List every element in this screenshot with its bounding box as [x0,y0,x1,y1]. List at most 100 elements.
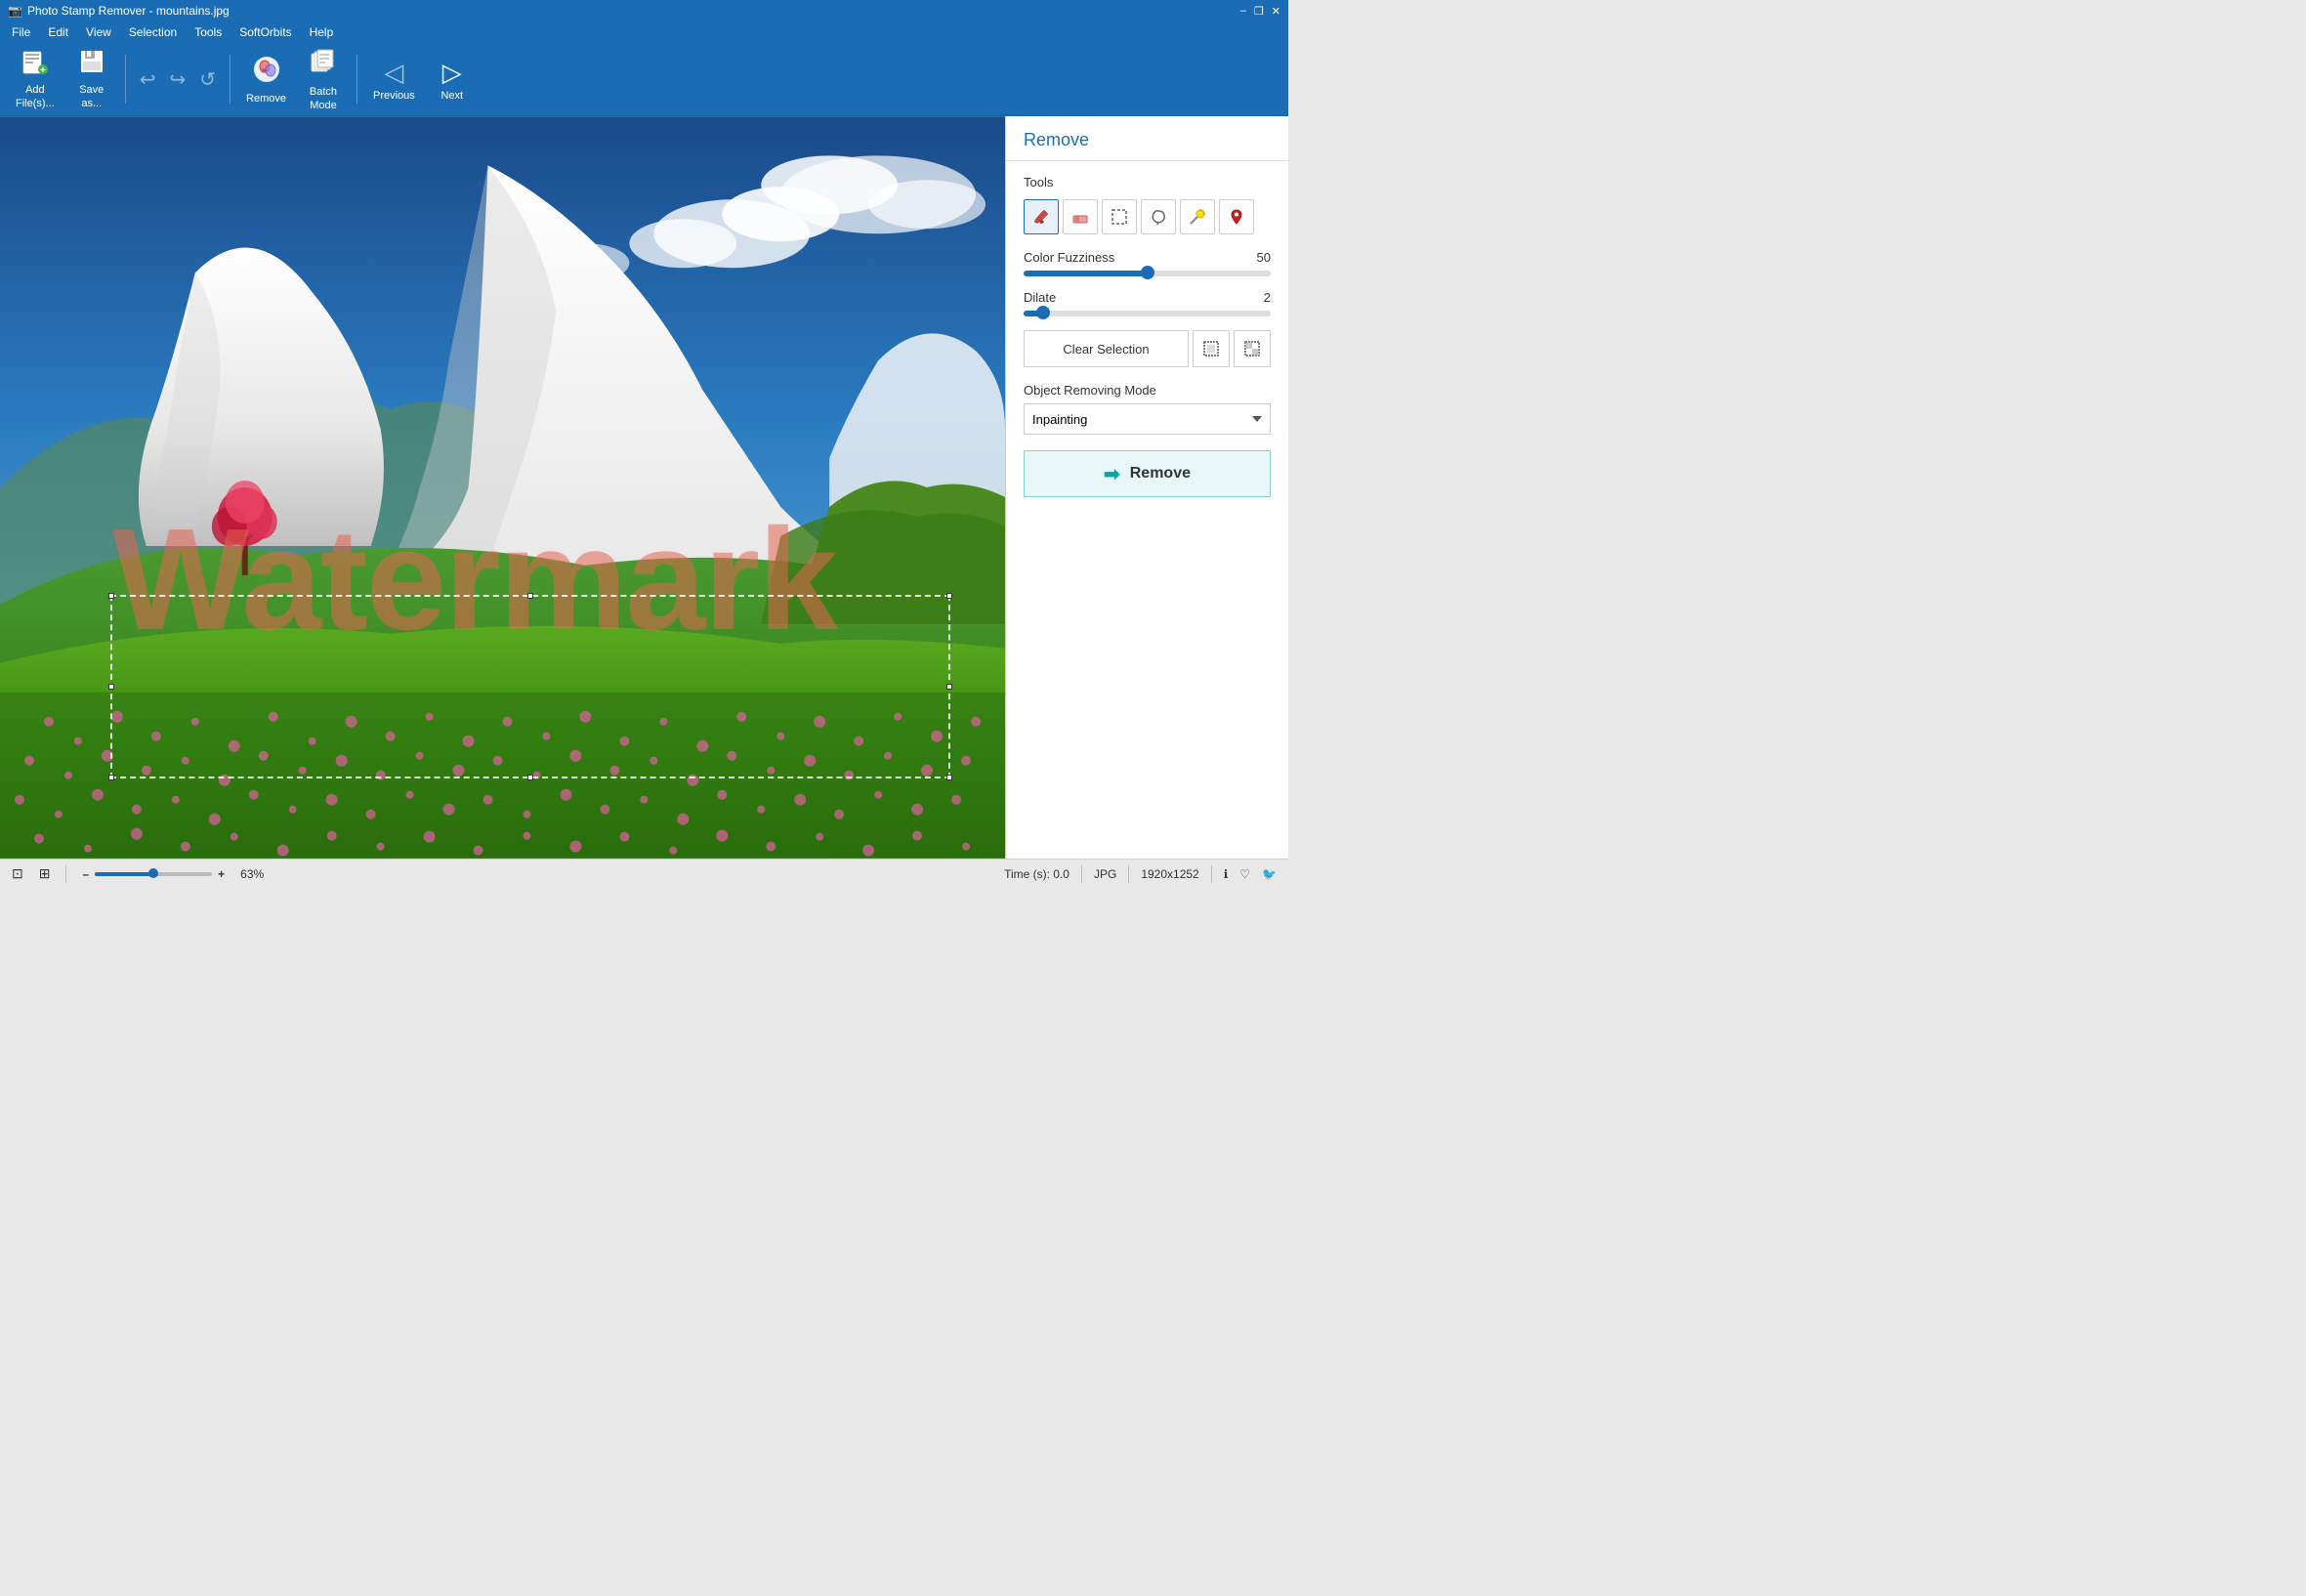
menu-edit[interactable]: Edit [40,23,76,41]
panel-body: Tools [1006,161,1288,859]
undo-button[interactable]: ↩ [134,63,162,96]
tools-row [1024,199,1271,234]
select-all-button[interactable] [1193,330,1230,367]
color-fuzziness-section: Color Fuzziness 50 [1024,250,1271,276]
zoom-thumb[interactable] [148,868,158,878]
batch-mode-label: Batch Mode [310,85,337,113]
previous-label: Previous [373,90,415,102]
add-files-label: Add File(s)... [16,83,55,111]
zoom-slider-area: – + [82,867,225,881]
close-button[interactable]: ✕ [1272,5,1280,18]
remove-toolbar-button[interactable]: ✕ Remove [238,46,294,112]
restore-button[interactable]: ❐ [1254,5,1264,18]
dilate-track[interactable] [1024,311,1271,316]
status-sep-4 [1211,865,1212,883]
main-area: Watermark Remove Tools [0,116,1288,859]
color-fuzziness-thumb[interactable] [1141,266,1154,279]
share-twitter-icon[interactable]: 🐦 [1262,867,1277,881]
menu-file[interactable]: File [4,23,38,41]
status-right: Time (s): 0.0 JPG 1920x1252 ℹ ♡ 🐦 [1004,865,1277,883]
add-files-icon: + [21,48,49,81]
next-label: Next [440,90,463,102]
dilate-thumb[interactable] [1036,306,1050,319]
reset-button[interactable]: ↺ [193,63,222,96]
remove-toolbar-icon: ✕ [251,54,282,91]
add-files-button[interactable]: + Add File(s)... [8,46,63,112]
panel-header: Remove [1006,116,1288,161]
undo-redo-group: ↩ ↪ ↺ [134,63,222,96]
canvas-area[interactable]: Watermark [0,116,1005,859]
zoom-in-button[interactable]: + [218,867,225,881]
zoom-track[interactable] [95,872,212,876]
redo-button[interactable]: ↪ [164,63,192,96]
toolbar-separator-2 [230,55,231,104]
menu-selection[interactable]: Selection [121,23,185,41]
statusbar: ⊡ ⊞ – + 63% Time (s): 0.0 JPG 1920x1252 … [0,859,1288,888]
toolbar-separator-3 [356,55,357,104]
menu-tools[interactable]: Tools [187,23,230,41]
status-sep-1 [65,865,66,883]
toolbar-separator-1 [125,55,126,104]
svg-text:✕: ✕ [261,66,268,75]
fit-screen-icon[interactable]: ⊡ [12,865,23,882]
previous-button[interactable]: ◁ Previous [365,46,423,112]
zoom-level: 63% [240,867,264,881]
scene-image [0,116,1005,859]
dilate-value: 2 [1264,290,1271,305]
panel-title: Remove [1024,130,1271,150]
brush-tool-button[interactable] [1024,199,1059,234]
color-fuzziness-track[interactable] [1024,271,1271,276]
titlebar-left: 📷 Photo Stamp Remover - mountains.jpg [8,4,230,18]
next-icon: ▷ [442,58,462,88]
svg-text:+: + [40,65,46,75]
dilate-section: Dilate 2 [1024,290,1271,316]
pin-tool-button[interactable] [1219,199,1254,234]
save-as-label: Save as... [79,83,104,111]
menu-softorbits[interactable]: SoftOrbits [231,23,299,41]
rect-select-tool-button[interactable] [1102,199,1137,234]
app-icon: 📷 [8,4,22,18]
file-format: JPG [1094,867,1116,881]
clear-selection-button[interactable]: Clear Selection [1024,330,1189,367]
toolbar: + Add File(s)... Save as... ↩ ↪ ↺ [0,43,1288,116]
zoom-fill [95,872,153,876]
remove-toolbar-label: Remove [246,93,286,105]
minimize-button[interactable]: – [1240,5,1246,18]
magic-wand-tool-button[interactable] [1180,199,1215,234]
info-icon[interactable]: ℹ [1224,867,1229,881]
zoom-out-button[interactable]: – [82,867,89,881]
object-removing-mode-select[interactable]: Inpainting Smart Fill Average Color [1024,403,1271,435]
status-sep-3 [1128,865,1129,883]
batch-mode-icon [308,46,339,83]
color-fuzziness-header: Color Fuzziness 50 [1024,250,1271,265]
tools-section-label: Tools [1024,175,1271,189]
time-display: Time (s): 0.0 [1004,867,1069,881]
batch-mode-button[interactable]: Batch Mode [298,46,349,112]
menu-help[interactable]: Help [302,23,342,41]
fit-width-icon[interactable]: ⊞ [39,865,51,882]
menubar: File Edit View Selection Tools SoftOrbit… [0,21,1288,43]
remove-button[interactable]: ➡ Remove [1024,450,1271,497]
next-button[interactable]: ▷ Next [427,46,478,112]
remove-arrow-icon: ➡ [1104,462,1120,486]
color-fuzziness-value: 50 [1257,250,1271,265]
status-sep-2 [1081,865,1082,883]
invert-selection-button[interactable] [1234,330,1271,367]
actions-row: Clear Selection [1024,330,1271,367]
right-panel: Remove Tools [1005,116,1288,859]
lasso-tool-button[interactable] [1141,199,1176,234]
color-fuzziness-fill [1024,271,1148,276]
color-fuzziness-label: Color Fuzziness [1024,250,1114,265]
titlebar: 📷 Photo Stamp Remover - mountains.jpg – … [0,0,1288,21]
image-dimensions: 1920x1252 [1141,867,1198,881]
remove-button-label: Remove [1130,465,1191,483]
dilate-header: Dilate 2 [1024,290,1271,305]
window-title: Photo Stamp Remover - mountains.jpg [27,4,230,18]
dilate-label: Dilate [1024,290,1056,305]
previous-icon: ◁ [384,58,403,88]
save-as-button[interactable]: Save as... [66,46,117,112]
favorite-icon[interactable]: ♡ [1239,867,1250,881]
save-as-icon [78,48,105,81]
menu-view[interactable]: View [78,23,119,41]
eraser-tool-button[interactable] [1063,199,1098,234]
